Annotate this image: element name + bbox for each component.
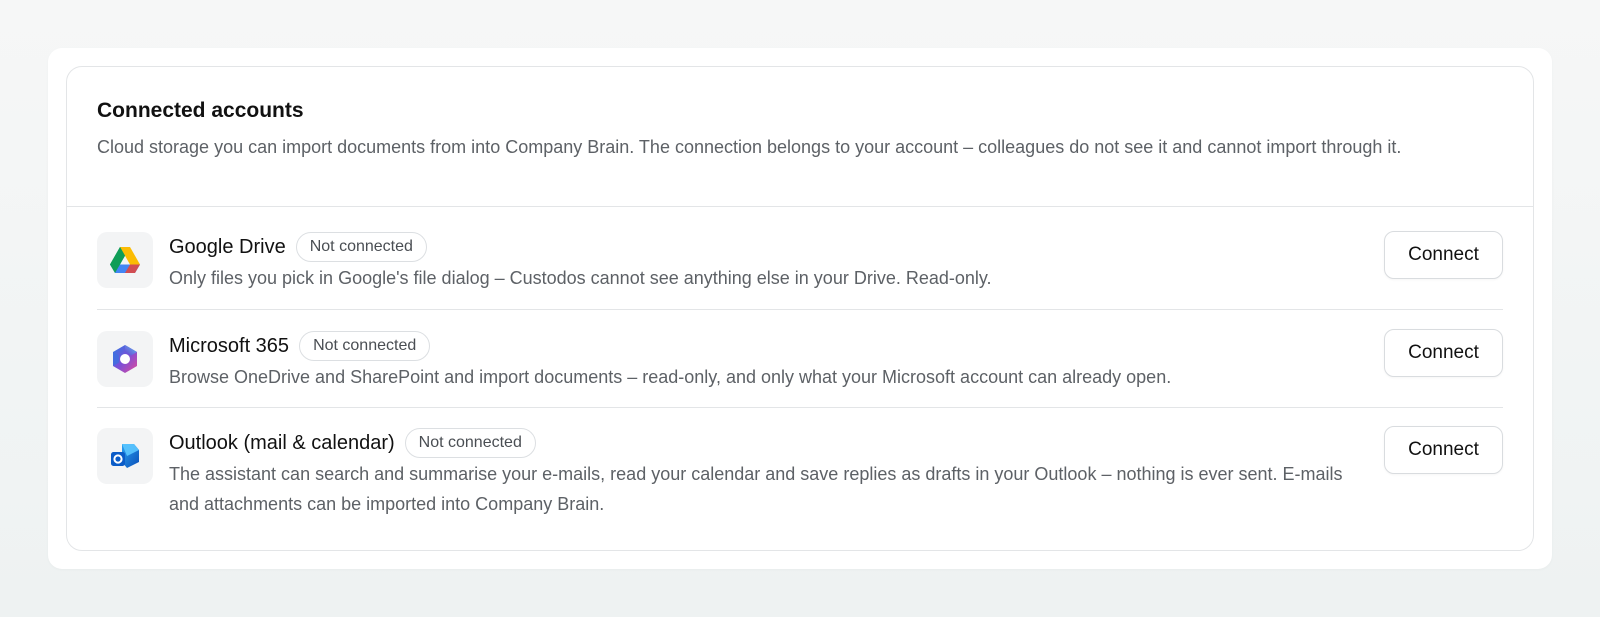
account-info: Outlook (mail & calendar) Not connected … <box>169 428 1503 519</box>
status-badge: Not connected <box>295 232 427 262</box>
account-info: Microsoft 365 Not connected Browse OneDr… <box>169 331 1503 392</box>
google-drive-icon <box>97 232 153 288</box>
account-name: Google Drive <box>169 235 286 258</box>
account-name: Microsoft 365 <box>169 334 290 357</box>
account-info: Google Drive Not connected Only files yo… <box>169 232 1503 293</box>
section-title: Connected accounts <box>97 99 304 122</box>
account-row-outlook: Outlook (mail & calendar) Not connected … <box>97 408 1503 536</box>
connect-microsoft-365-button[interactable]: Connect <box>1384 329 1503 377</box>
connect-google-drive-button[interactable]: Connect <box>1384 231 1503 279</box>
account-description: Only files you pick in Google's file dia… <box>169 268 992 288</box>
account-description: The assistant can search and summarise y… <box>169 464 1343 514</box>
settings-panel: Connected accounts Cloud storage you can… <box>48 48 1552 569</box>
outlook-icon <box>97 428 153 484</box>
account-row-google-drive: Google Drive Not connected Only files yo… <box>97 207 1503 310</box>
card-header: Connected accounts Cloud storage you can… <box>67 67 1533 207</box>
account-row-microsoft-365: Microsoft 365 Not connected Browse OneDr… <box>97 310 1503 408</box>
connected-accounts-card: Connected accounts Cloud storage you can… <box>66 66 1534 551</box>
account-name: Outlook (mail & calendar) <box>169 431 395 454</box>
status-badge: Not connected <box>299 331 431 361</box>
section-description: Cloud storage you can import documents f… <box>97 137 1402 157</box>
status-badge: Not connected <box>404 428 536 458</box>
accounts-list: Google Drive Not connected Only files yo… <box>67 207 1533 536</box>
connect-outlook-button[interactable]: Connect <box>1384 426 1503 474</box>
account-description: Browse OneDrive and SharePoint and impor… <box>169 367 1172 387</box>
microsoft-365-icon <box>97 331 153 387</box>
